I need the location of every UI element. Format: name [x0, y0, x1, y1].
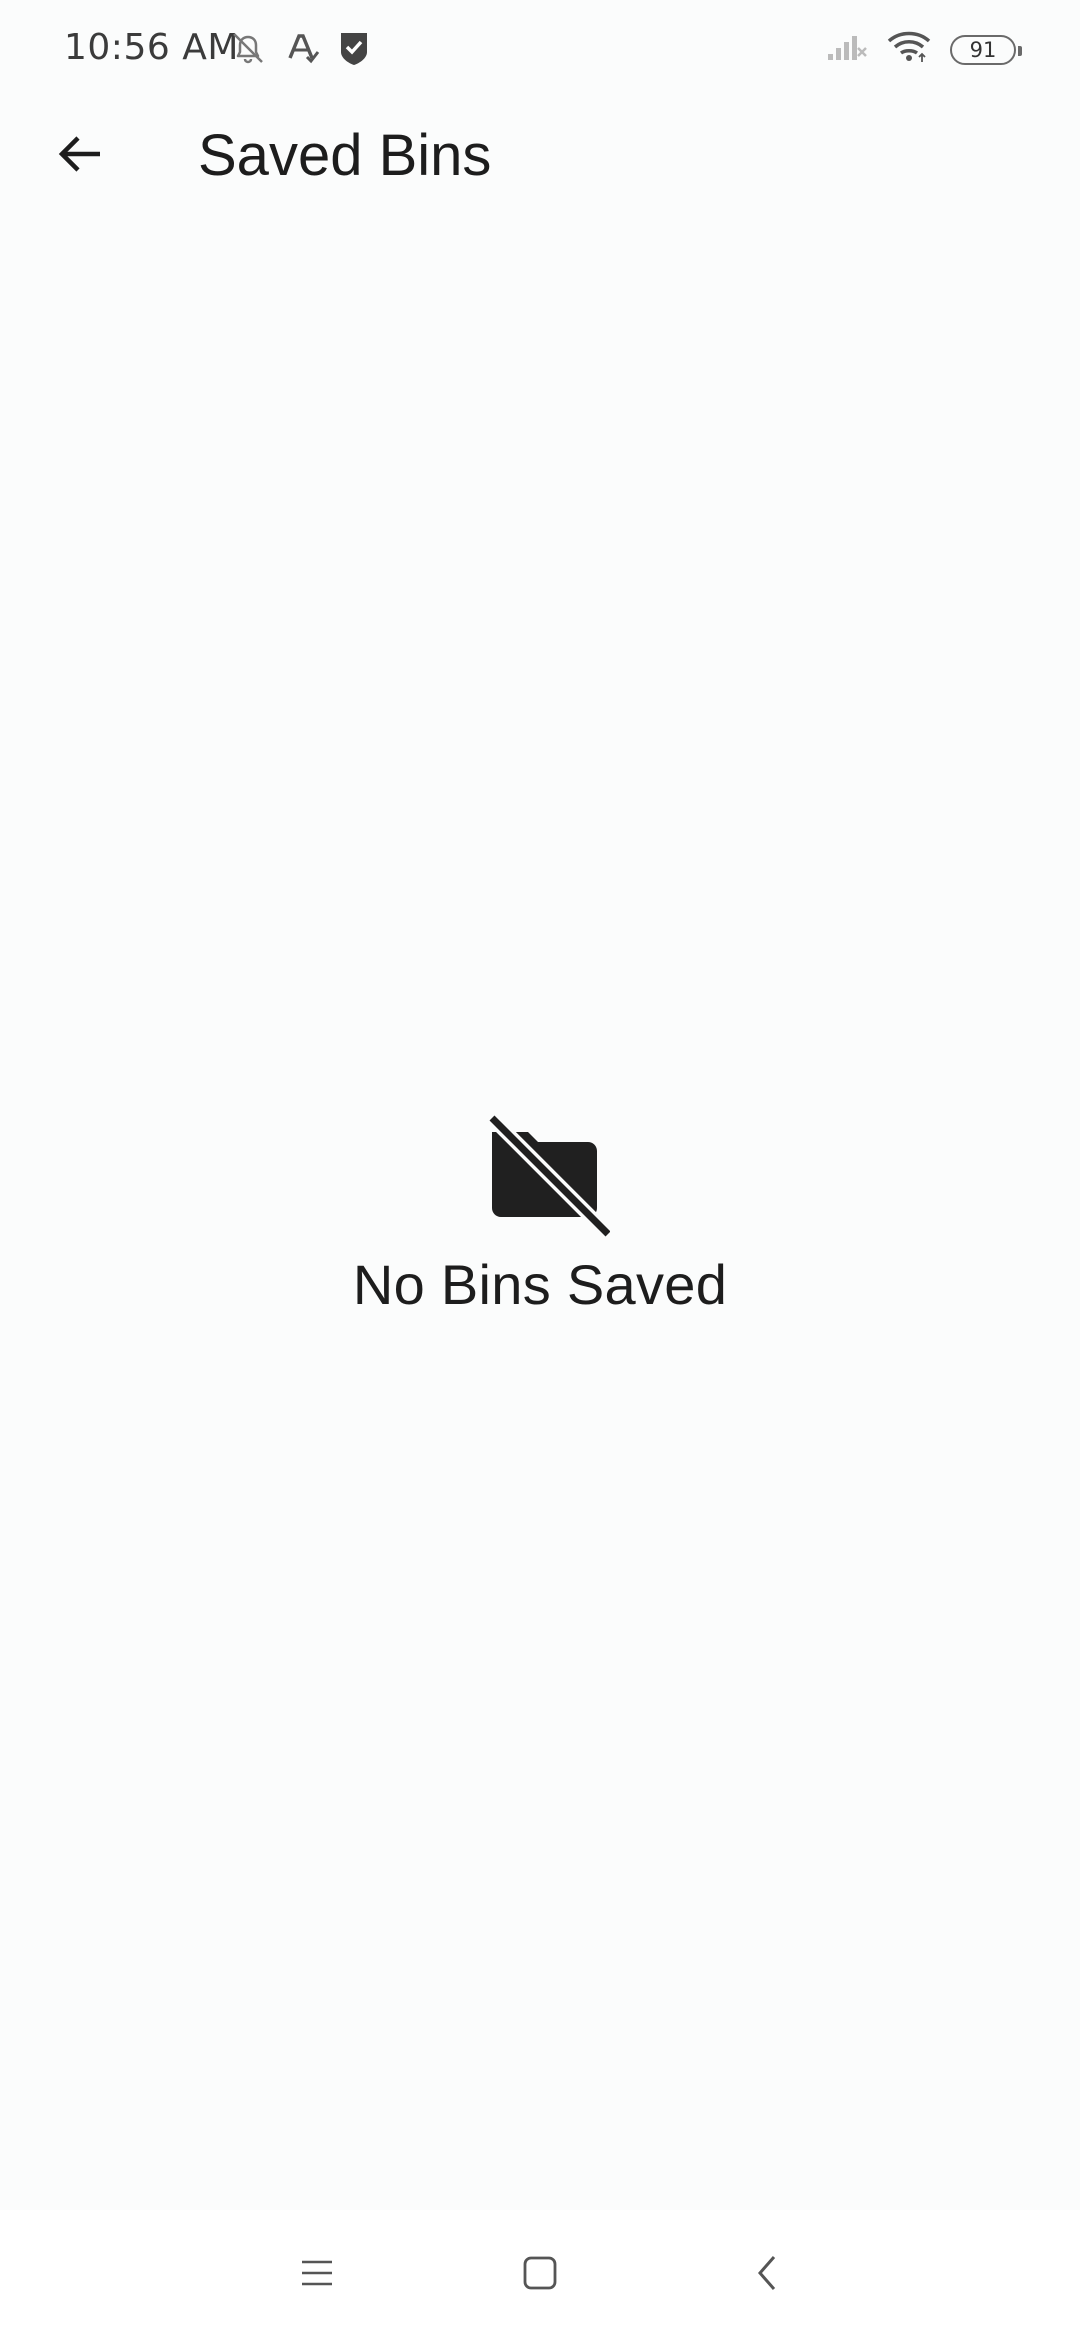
status-left-icons [228, 30, 370, 71]
folder-off-icon [470, 1100, 613, 1240]
status-bar: 10:56 AM 91 [0, 0, 1080, 100]
app-bar: Saved Bins [0, 100, 1080, 212]
back-chevron-icon [755, 2254, 779, 2297]
system-back-button[interactable] [737, 2245, 797, 2305]
empty-message: No Bins Saved [352, 1253, 728, 1316]
battery-indicator: 91 [950, 34, 1022, 65]
alarm-off-icon [228, 30, 268, 71]
empty-state: No Bins Saved [0, 1100, 1080, 1317]
status-right-icons: 91 [826, 30, 1022, 69]
status-time: 10:56 AM [64, 27, 239, 68]
back-button[interactable] [40, 116, 120, 196]
home-square-icon [522, 2255, 558, 2296]
signal-off-icon [826, 32, 868, 67]
shield-check-icon [338, 30, 370, 71]
recents-button[interactable] [287, 2245, 347, 2305]
battery-level: 91 [969, 37, 997, 62]
home-button[interactable] [510, 2245, 570, 2305]
page-title: Saved Bins [198, 123, 492, 188]
a-check-icon [286, 30, 320, 71]
arrow-left-icon [54, 128, 106, 185]
system-nav-bar [0, 2210, 1080, 2340]
battery-cap [1018, 45, 1022, 56]
wifi-icon [886, 30, 932, 69]
menu-icon [299, 2257, 335, 2294]
